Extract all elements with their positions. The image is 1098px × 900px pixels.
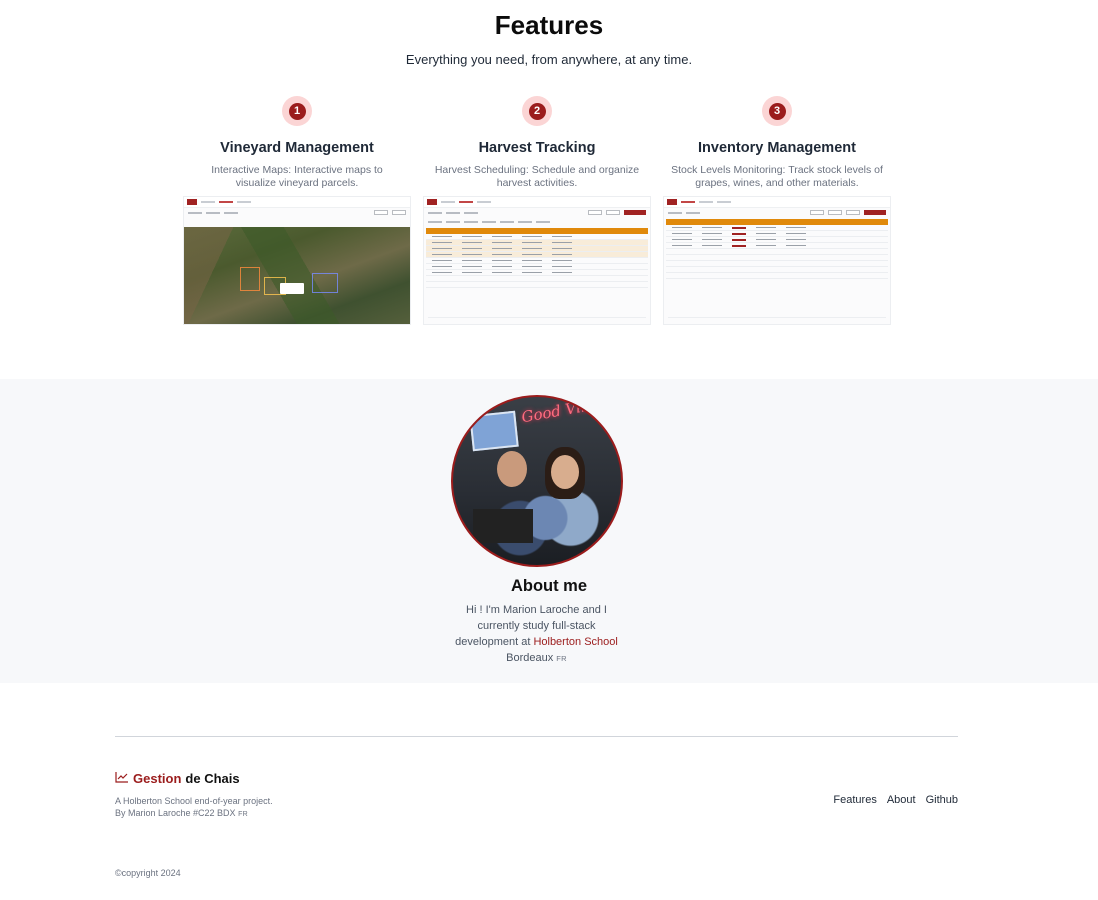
feature-card-vineyard: 1 Vineyard Management Interactive Maps: … [183, 96, 411, 190]
features-title: Features [494, 10, 604, 40]
step-number: 1 [288, 102, 306, 120]
step-number: 3 [768, 102, 786, 120]
footer-link-github[interactable]: Github [926, 794, 958, 806]
about-bio: Hi ! I'm Marion Laroche and I currently … [449, 602, 624, 667]
feature-title: Inventory Management [698, 140, 856, 156]
tagline-line-1: A Holberton School end-of-year project. [115, 796, 273, 806]
tagline-line-2: By Marion Laroche #C22 BDX [115, 808, 236, 818]
footer-link-about[interactable]: About [887, 794, 916, 806]
about-title: About me [510, 577, 588, 595]
step-badge: 2 [522, 96, 552, 126]
feature-screenshot-harvest-table [423, 196, 651, 325]
step-number: 2 [528, 102, 546, 120]
footer-tagline: A Holberton School end-of-year project. … [115, 795, 275, 821]
features-subtitle: Everything you need, from anywhere, at a… [405, 52, 693, 67]
feature-description: Harvest Scheduling: Schedule and organiz… [434, 164, 640, 189]
feature-screenshot-vineyard-map [183, 196, 411, 325]
feature-description: Stock Levels Monitoring: Track stock lev… [671, 164, 883, 189]
brand-highlight: Gestion [133, 771, 182, 786]
feature-title: Vineyard Management [220, 140, 374, 156]
bio-city: Bordeaux [506, 652, 554, 664]
feature-card-inventory: 3 Inventory Management Stock Levels Moni… [663, 96, 891, 190]
step-badge: 1 [282, 96, 312, 126]
footer-brand[interactable]: Gestion de Chais [115, 771, 240, 786]
about-section: Good Vibes About me Hi ! I'm Marion Laro… [0, 379, 1098, 683]
features-section: Features Everything you need, from anywh… [0, 0, 1098, 379]
feature-title: Harvest Tracking [478, 140, 596, 156]
copyright: ©copyright 2024 [115, 868, 181, 878]
brand-rest: de Chais [185, 771, 240, 786]
footer-nav: Features About Github [833, 794, 958, 806]
holberton-school-link[interactable]: Holberton School [533, 636, 617, 648]
footer-link-features[interactable]: Features [833, 794, 876, 806]
footer: Gestion de Chais A Holberton School end-… [0, 683, 1098, 900]
map-image [184, 227, 410, 324]
feature-screenshot-inventory-table [663, 196, 891, 325]
footer-divider [115, 736, 958, 737]
about-photo: Good Vibes [451, 395, 623, 567]
feature-description: Interactive Maps: Interactive maps to vi… [211, 164, 383, 189]
feature-card-harvest: 2 Harvest Tracking Harvest Scheduling: S… [423, 96, 651, 190]
flag-fr-icon: FR [556, 654, 567, 663]
chart-line-icon [115, 771, 129, 786]
flag-fr-icon: FR [238, 811, 249, 818]
step-badge: 3 [762, 96, 792, 126]
